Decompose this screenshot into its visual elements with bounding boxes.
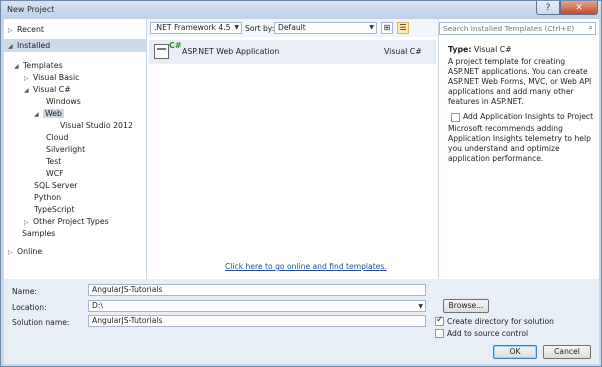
tree-item-cloud[interactable]: Cloud [46, 132, 68, 143]
expand-arrow-icon[interactable]: ▷ [24, 73, 33, 84]
solution-name-field[interactable]: AngularJS-Tutorials [88, 315, 426, 327]
tree-item-visual-studio-2012[interactable]: Visual Studio 2012 [60, 120, 133, 131]
expand-arrow-icon[interactable]: ▷ [8, 25, 17, 36]
close-button[interactable]: ✕ [560, 1, 598, 15]
create-directory-checkbox[interactable] [435, 315, 444, 326]
tree-item-online[interactable]: ▷ Online [8, 246, 42, 257]
location-label: Location: [12, 303, 47, 312]
tree-item-recent[interactable]: ▷ Recent [8, 24, 44, 35]
template-item-aspnet-web-application[interactable]: C# ASP.NET Web Application Visual C# [149, 40, 436, 64]
template-tree: ▷ Recent ◢ Installed ◢ Templates ▷ Visual Ba… [4, 19, 146, 279]
template-toolbar: .NET Framework 4.5 ▼ Sort by: Default ▼ ⊞ … [147, 19, 438, 37]
collapse-arrow-icon[interactable]: ◢ [24, 85, 33, 96]
application-insights-checkbox[interactable] [451, 113, 460, 122]
web-project-icon: C# [154, 41, 182, 59]
dialog-body: ▷ Recent ◢ Installed ◢ Templates ▷ Visual Ba… [4, 19, 599, 364]
template-description: A project template for creating ASP.NET … [448, 57, 592, 106]
tree-item-visual-basic[interactable]: ▷ Visual Basic [24, 72, 79, 83]
application-insights-label[interactable]: Add Application Insights to Project [463, 112, 593, 121]
title-bar: New Project ? ✕ [1, 1, 601, 19]
collapse-arrow-icon[interactable]: ◢ [34, 109, 43, 120]
chevron-down-icon[interactable]: ▼ [418, 302, 423, 312]
tree-item-installed[interactable]: ◢ Installed [8, 40, 50, 51]
tree-item-web[interactable]: ◢ Web [34, 108, 64, 119]
grid-icon: ⊞ [383, 23, 391, 32]
close-icon: ✕ [575, 2, 583, 13]
browse-button[interactable]: Browse... [443, 299, 489, 313]
expand-arrow-icon[interactable]: ▷ [8, 247, 17, 258]
sort-dropdown[interactable]: Default ▼ [274, 22, 377, 34]
tree-item-visual-csharp[interactable]: ◢ Visual C# [24, 84, 71, 95]
template-language: Visual C# [384, 47, 422, 56]
find-templates-online-link[interactable]: Click here to go online and find templat… [225, 262, 387, 271]
tree-item-other-project-types[interactable]: ▷ Other Project Types [24, 216, 109, 227]
location-field[interactable]: D:\ ▼ [88, 300, 426, 312]
source-control-checkbox[interactable] [435, 329, 444, 338]
tree-item-silverlight[interactable]: Silverlight [46, 144, 85, 155]
help-icon: ? [545, 2, 551, 13]
help-button[interactable]: ? [536, 1, 560, 15]
project-settings-form: Name: AngularJS-Tutorials Location: D:\ ▼… [4, 279, 599, 364]
name-field[interactable]: AngularJS-Tutorials [88, 284, 426, 296]
search-icon[interactable]: ⌕ [589, 23, 593, 33]
template-name: ASP.NET Web Application [182, 47, 280, 56]
create-directory-label[interactable]: Create directory for solution [447, 317, 554, 326]
tree-item-typescript[interactable]: TypeScript [34, 204, 75, 215]
small-icons-view-button[interactable]: ⊞ [381, 22, 393, 34]
window-title: New Project [7, 5, 55, 14]
collapse-arrow-icon[interactable]: ◢ [8, 41, 17, 52]
name-label: Name: [12, 287, 37, 296]
cancel-button[interactable]: Cancel [543, 345, 591, 359]
chevron-down-icon: ▼ [234, 24, 239, 31]
tree-item-wcf[interactable]: WCF [46, 168, 64, 179]
collapse-arrow-icon[interactable]: ◢ [14, 61, 23, 72]
tree-item-templates[interactable]: ◢ Templates [14, 60, 63, 71]
tree-item-windows[interactable]: Windows [46, 96, 81, 107]
template-list-pane: .NET Framework 4.5 ▼ Sort by: Default ▼ ⊞ … [146, 19, 439, 279]
framework-dropdown[interactable]: .NET Framework 4.5 ▼ [150, 22, 242, 34]
sort-by-label: Sort by: [245, 24, 275, 33]
application-insights-description: Microsoft recommends adding Application … [448, 124, 591, 163]
tree-item-samples[interactable]: Samples [22, 228, 55, 239]
chevron-down-icon: ▼ [369, 24, 374, 31]
list-icon: ☰ [399, 23, 407, 32]
tree-item-sql-server[interactable]: SQL Server [34, 180, 77, 191]
tree-item-test[interactable]: Test [46, 156, 61, 167]
tree-item-python[interactable]: Python [34, 192, 61, 203]
solution-name-label: Solution name: [12, 318, 70, 327]
search-templates-input[interactable] [439, 22, 596, 35]
ok-button[interactable]: OK [493, 345, 537, 359]
expand-arrow-icon[interactable]: ▷ [24, 217, 33, 228]
list-view-button[interactable]: ☰ [397, 22, 409, 34]
source-control-label[interactable]: Add to source control [447, 329, 528, 338]
template-type: Type: Visual C# [448, 45, 512, 54]
new-project-dialog: New Project ? ✕ ▷ Recent ◢ Installed ◢ Temp… [0, 0, 602, 367]
details-pane: ⌕ Type: Visual C# A project template for… [439, 19, 599, 279]
